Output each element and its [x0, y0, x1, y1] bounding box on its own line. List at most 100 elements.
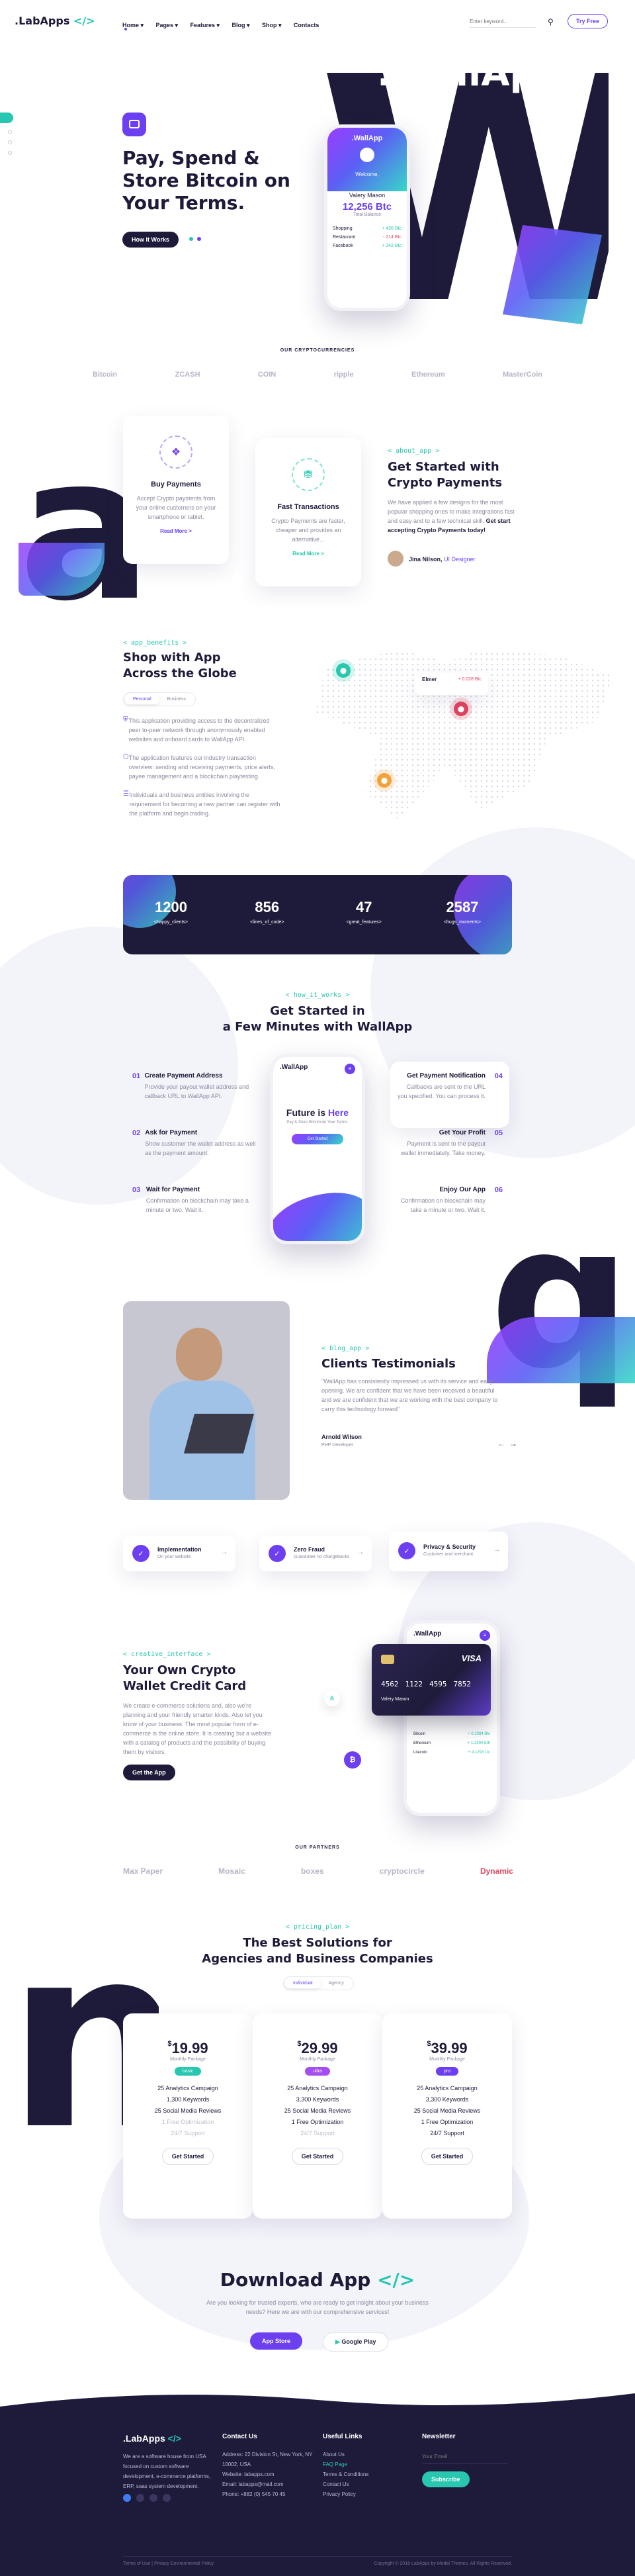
feature-card-transactions: ⛃ Fast Transactions Crypto Payments are … [255, 438, 361, 586]
wallet-icon [122, 113, 146, 136]
map-pin-icon[interactable]: ⬤ [377, 773, 392, 788]
partners-heading: OUR PARTNERS [295, 1845, 340, 1850]
get-started-button[interactable]: Get Started [161, 2148, 214, 2165]
testimonial-name: Arnold Wilson [321, 1434, 362, 1440]
coin-row[interactable]: Bitcoin + 0.2384 Btc [413, 1732, 490, 1736]
stat-hugs: 2587 <hugs_moments> [443, 899, 481, 925]
instagram-icon[interactable] [163, 2494, 171, 2502]
read-more-link[interactable]: Read More > [134, 528, 218, 534]
slider-dot[interactable] [197, 237, 201, 241]
pricing-kicker: < pricing_plan > [285, 1923, 350, 1931]
footer-link[interactable]: FAQ Page [323, 2460, 396, 2469]
footer-link[interactable]: About Us [323, 2450, 396, 2460]
map-pin-icon[interactable]: ⬤ [336, 663, 351, 678]
footer-logo[interactable]: .LabApps </> [123, 2433, 181, 2444]
side-dot[interactable] [8, 130, 12, 134]
how-title: Get Started in a Few Minutes with WallApp [222, 1004, 413, 1034]
bitcoin-icon: ₿ [344, 1751, 361, 1769]
about-text: We have applied a few designs for the mo… [388, 499, 515, 533]
footer-link[interactable]: Terms & Conditions [323, 2469, 396, 2479]
next-arrow-icon[interactable]: → [509, 1439, 517, 1448]
footer-legal[interactable]: Terms of Use | Privacy Environmental Pol… [123, 2561, 214, 2566]
feature-card-payments: ❖ Buy Payments Accept Crypto payments fr… [123, 416, 229, 564]
tx-row[interactable]: Restaurant - 214 Btc [333, 235, 402, 240]
feature-list: 25 Analytics Campaign 1,300 Keywords 25 So… [154, 2085, 222, 2137]
subscribe-button[interactable]: Subscribe [422, 2471, 470, 2487]
partner-logo: Max Paper [123, 1866, 163, 1876]
arrow-right-icon: → [493, 1546, 500, 1553]
step: Get Payment Notification Callbacks are se… [397, 1072, 503, 1099]
step: 02 Ask for Payment Show customer the walle… [132, 1129, 256, 1156]
badge-implementation[interactable]: ✓ Implementation On your website → [123, 1536, 235, 1571]
search-icon[interactable]: ⚲ [548, 17, 554, 26]
facebook-icon[interactable] [123, 2494, 131, 2502]
tab-personal[interactable]: Personal [125, 694, 159, 704]
about-title: Get Started with Crypto Payments [388, 460, 503, 490]
feature-list: 25 Analytics Campaign 3,300 Keywords 25 So… [413, 2085, 481, 2137]
shop-kicker: < app_benefits > [123, 639, 187, 647]
partners-logos: Max Paper Mosaic boxes cryptocircle Dyna… [123, 1866, 513, 1876]
app-store-button[interactable]: App Store [250, 2332, 303, 2350]
coin-row[interactable]: Ethereum + 1.2390 Eth [413, 1741, 490, 1745]
get-started-button[interactable]: Get Started [421, 2148, 474, 2165]
how-it-works-button[interactable]: How It Works [122, 232, 179, 248]
linkedin-icon[interactable] [149, 2494, 157, 2502]
footer-link[interactable]: Contact Us [323, 2479, 396, 2489]
partner-logo: Mosaic [218, 1866, 245, 1876]
step: 03 Wait for Payment Confirmation on blockc… [132, 1186, 249, 1213]
partner-logo: Dynamic [480, 1866, 513, 1876]
slider-dot[interactable] [189, 237, 193, 241]
social-links [123, 2494, 171, 2502]
logo[interactable]: .LabApps </> [15, 15, 95, 27]
pricing-card-ultra: $29.99 Monthly Package ultra 25 Analytic… [253, 2013, 382, 2219]
side-badge-active[interactable] [0, 113, 13, 123]
tx-row[interactable]: Facebook + 342 Btc [333, 244, 402, 248]
nav-blog[interactable]: Blog ▾ [232, 22, 249, 28]
share-icon[interactable]: ⋔ [324, 1690, 340, 1706]
side-dot[interactable] [8, 151, 12, 155]
feature-list: 25 Analytics Campaign 3,300 Keywords 25 So… [284, 2085, 351, 2137]
footer-link[interactable]: Privacy Policy [323, 2489, 396, 2499]
menu-icon[interactable]: ≡ [345, 1064, 355, 1074]
nav-shop[interactable]: Shop ▾ [262, 22, 282, 28]
nav-pages[interactable]: Pages ▾ [155, 22, 178, 28]
get-started-button[interactable]: Get Started [291, 2148, 344, 2165]
coin-logo: COIN [257, 371, 276, 379]
plan-tag: basic [174, 2067, 202, 2076]
map-pin-icon[interactable]: ⬤ [454, 702, 468, 716]
nav-contacts[interactable]: Contacts [294, 22, 319, 28]
shop-list: ⛨ This application providing access to th… [123, 716, 282, 818]
coin-row[interactable]: Litecoin + 4.1293 Ltc [413, 1751, 490, 1755]
zcash-logo: ZCASH [175, 371, 200, 379]
badge-privacy[interactable]: ✓ Privacy & Security Customer and mercha… [389, 1532, 508, 1571]
get-app-button[interactable]: Get the App [123, 1765, 175, 1780]
list-item: ⛨ This application providing access to th… [123, 716, 270, 743]
about-kicker: < about_app > [388, 447, 440, 455]
read-more-link[interactable]: Read More > [266, 551, 351, 557]
search-input[interactable] [470, 16, 536, 28]
nav-features[interactable]: Features ▾ [190, 22, 220, 28]
menu-icon[interactable]: ≡ [480, 1630, 490, 1641]
chip-icon [381, 1655, 394, 1664]
ripple-logo: ripple [333, 371, 354, 379]
main-nav: Home ▾ Pages ▾ Features ▾ Blog ▾ Shop ▾ … [122, 19, 328, 30]
try-free-button[interactable]: Try Free [568, 14, 609, 28]
toggle-individual[interactable]: Individual [285, 1978, 321, 1988]
twitter-icon[interactable] [136, 2494, 144, 2502]
side-dot[interactable] [8, 140, 12, 144]
shop-title: Shop with App Across the Globe [123, 651, 237, 680]
partner-logo: cryptocircle [379, 1866, 425, 1876]
testimonial-quote: "WallApp has consistently impressed us w… [321, 1378, 498, 1412]
credit-card: VISA 4562 1122 4595 7852 Valery Mason [372, 1644, 491, 1716]
phone-get-started-button[interactable]: Get Started [291, 1134, 344, 1144]
tab-business[interactable]: Business [159, 694, 194, 704]
footer-about: We are a software house from USA focused… [123, 2454, 211, 2489]
how-steps-left: 01 Create Payment Address Provide your pay… [132, 1072, 258, 1243]
prev-arrow-icon[interactable]: ← [497, 1439, 505, 1448]
arrow-right-icon: → [221, 1549, 228, 1556]
toggle-agency[interactable]: Agency [321, 1978, 352, 1988]
badge-zero-fraud[interactable]: ✓ Zero Fraud Guarantee no chargebacks → [259, 1536, 372, 1571]
tx-row[interactable]: Shopping + 426 Btc [333, 226, 402, 231]
newsletter-email-input[interactable] [422, 2450, 508, 2463]
google-play-button[interactable]: ▶ Google Play [323, 2332, 389, 2352]
